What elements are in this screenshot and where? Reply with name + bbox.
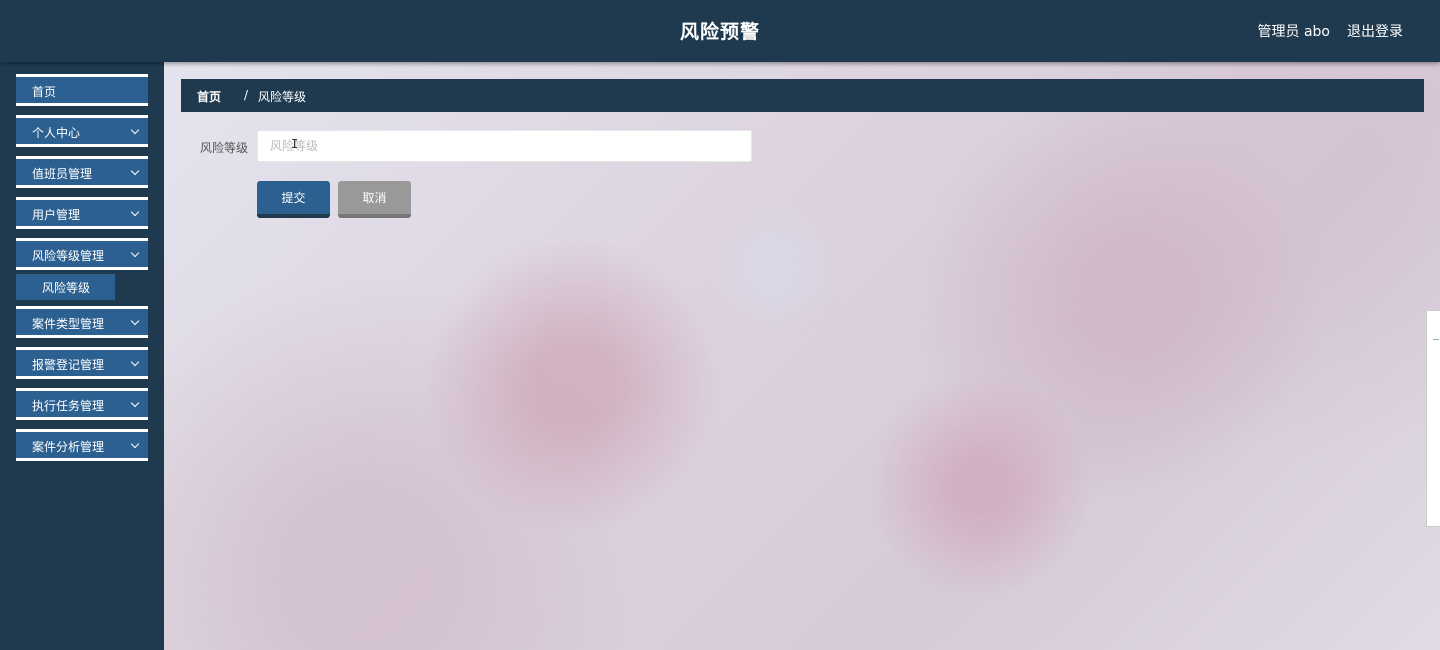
sidebar-subitem-risk-level[interactable]: 风险等级 bbox=[16, 274, 115, 300]
sidebar-item-task-execution[interactable]: 执行任务管理 bbox=[16, 388, 148, 420]
current-user-label: 管理员 abo bbox=[1257, 24, 1330, 40]
sidebar-item-case-types[interactable]: 案件类型管理 bbox=[16, 306, 148, 338]
top-header: 风险预警 管理员 abo 退出登录 bbox=[0, 0, 1440, 62]
chevron-down-icon bbox=[130, 166, 140, 176]
sidebar-item-risk-levels[interactable]: 风险等级管理 bbox=[16, 238, 148, 270]
breadcrumb-home-link[interactable]: 首页 bbox=[197, 88, 221, 105]
sidebar-item-users[interactable]: 用户管理 bbox=[16, 197, 148, 229]
chevron-down-icon bbox=[130, 357, 140, 367]
text-cursor-icon: I bbox=[291, 137, 299, 151]
chevron-down-icon bbox=[130, 125, 140, 135]
sidebar-item-label: 首页 bbox=[32, 85, 57, 99]
app-title: 风险预警 bbox=[679, 21, 760, 43]
sidebar-item-duty-staff[interactable]: 值班员管理 bbox=[16, 156, 148, 188]
sidebar-item-label: 值班员管理 bbox=[32, 167, 93, 181]
sidebar-subitem-label: 风险等级 bbox=[42, 281, 91, 295]
main-content: 首页 / 风险等级 风险等级 I 提交 取消 bbox=[164, 62, 1440, 650]
chevron-down-icon bbox=[130, 316, 140, 326]
widget-tick bbox=[1433, 339, 1439, 340]
cancel-button[interactable]: 取消 bbox=[338, 181, 411, 218]
sidebar-item-label: 执行任务管理 bbox=[32, 399, 105, 413]
sidebar-item-alarm-registration[interactable]: 报警登记管理 bbox=[16, 347, 148, 379]
risk-level-input[interactable] bbox=[257, 130, 752, 162]
sidebar-item-label: 风险等级管理 bbox=[32, 249, 105, 263]
breadcrumb: 首页 / 风险等级 bbox=[181, 79, 1424, 112]
chevron-down-icon bbox=[130, 207, 140, 217]
sidebar: 首页 个人中心 值班员管理 用户管理 风险等级管理 风险等级 案件类型管理 报警… bbox=[0, 62, 164, 650]
chevron-down-icon bbox=[130, 248, 140, 258]
sidebar-item-personal-center[interactable]: 个人中心 bbox=[16, 115, 148, 147]
breadcrumb-current: 风险等级 bbox=[258, 90, 307, 104]
submit-button[interactable]: 提交 bbox=[257, 181, 330, 218]
sidebar-item-label: 个人中心 bbox=[32, 126, 81, 140]
chevron-down-icon bbox=[130, 439, 140, 449]
logout-link[interactable]: 退出登录 bbox=[1347, 21, 1403, 41]
sidebar-item-home[interactable]: 首页 bbox=[16, 74, 148, 106]
sidebar-item-label: 案件类型管理 bbox=[32, 317, 105, 331]
chevron-down-icon bbox=[130, 398, 140, 408]
sidebar-item-label: 用户管理 bbox=[32, 208, 81, 222]
side-float-widget[interactable] bbox=[1426, 310, 1440, 527]
risk-level-label: 风险等级 bbox=[200, 141, 249, 155]
sidebar-item-label: 报警登记管理 bbox=[32, 358, 105, 372]
breadcrumb-separator: / bbox=[244, 88, 249, 102]
sidebar-item-label: 案件分析管理 bbox=[32, 440, 105, 454]
sidebar-item-case-analysis[interactable]: 案件分析管理 bbox=[16, 429, 148, 461]
